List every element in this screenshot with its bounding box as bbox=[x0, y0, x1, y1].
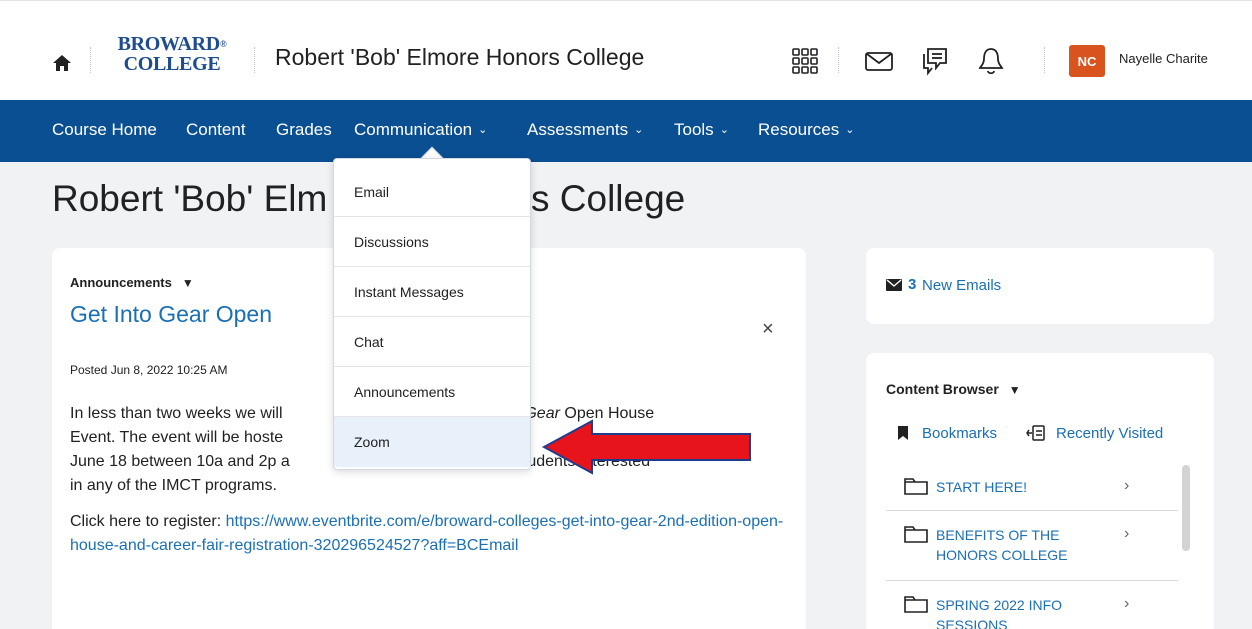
content-browser-label: Content Browser bbox=[886, 381, 999, 397]
envelope-icon bbox=[886, 279, 902, 291]
user-name[interactable]: Nayelle Charite bbox=[1119, 51, 1208, 66]
nav-course-home[interactable]: Course Home bbox=[52, 120, 157, 140]
broward-college-logo[interactable]: BROWARD® COLLEGE bbox=[112, 34, 232, 74]
content-browser-scrollbar[interactable] bbox=[1182, 465, 1190, 551]
chevron-down-icon: ⌄ bbox=[845, 124, 855, 136]
chevron-right-icon: › bbox=[1124, 595, 1130, 612]
chevron-down-icon: ⌄ bbox=[478, 124, 488, 136]
bookmark-icon bbox=[898, 426, 908, 440]
announcement-line: in any of the IMCT programs. bbox=[70, 477, 277, 494]
nav-assessments[interactable]: Assessments ⌄ bbox=[527, 120, 643, 140]
close-icon[interactable]: × bbox=[762, 318, 774, 341]
nav-grades[interactable]: Grades bbox=[276, 120, 332, 140]
divider bbox=[254, 47, 255, 73]
waffle-grid-icon[interactable] bbox=[790, 46, 820, 76]
announcements-label: Announcements bbox=[70, 275, 172, 290]
text: June 18 between 10a and 2p a bbox=[70, 453, 290, 470]
menu-item-discussions[interactable]: Discussions bbox=[334, 217, 530, 267]
list-item[interactable]: SPRING 2022 INFO SESSIONS › bbox=[886, 581, 1178, 629]
email-count: 3 bbox=[908, 276, 917, 293]
content-item-label: BENEFITS OF THE HONORS COLLEGE bbox=[936, 527, 1068, 563]
mail-icon[interactable] bbox=[864, 46, 894, 76]
logo-line2: COLLEGE bbox=[123, 53, 221, 75]
folder-icon bbox=[904, 478, 928, 495]
chevron-right-icon: › bbox=[1124, 477, 1130, 494]
nav-resources[interactable]: Resources ⌄ bbox=[758, 120, 854, 140]
content-item-label: START HERE! bbox=[936, 479, 1028, 495]
chevron-right-icon: › bbox=[1124, 525, 1130, 542]
page-title-right: s College bbox=[531, 178, 686, 219]
menu-item-zoom[interactable]: Zoom bbox=[334, 417, 530, 467]
bookmarks-link[interactable]: Bookmarks bbox=[922, 425, 997, 442]
menu-item-chat[interactable]: Chat bbox=[334, 317, 530, 367]
chevron-down-icon: ⌄ bbox=[634, 124, 644, 136]
nav-label: Tools bbox=[674, 120, 714, 139]
nav-label: Resources bbox=[758, 120, 840, 139]
chevron-down-icon: ⌄ bbox=[719, 124, 729, 136]
nav-content[interactable]: Content bbox=[186, 120, 246, 140]
content-browser-list: START HERE! › BENEFITS OF THE HONORS COL… bbox=[886, 463, 1178, 629]
red-arrow-annotation bbox=[541, 419, 751, 475]
nav-communication[interactable]: Communication ⌄ bbox=[354, 120, 487, 140]
recently-visited-icon bbox=[1026, 425, 1045, 441]
nav-label: Course Home bbox=[52, 120, 157, 139]
page-title: Robert 'Bob' Elm bbox=[52, 178, 327, 220]
text: In less than two weeks we will bbox=[70, 405, 287, 422]
content-browser-widget: Content Browser ▼ Bookmarks Recently Visi… bbox=[866, 353, 1214, 629]
nav-label: Assessments bbox=[527, 120, 629, 139]
chevron-down-icon: ▼ bbox=[1008, 383, 1021, 397]
text: Event. The event will be hoste bbox=[70, 429, 284, 446]
content-browser-header[interactable]: Content Browser ▼ bbox=[886, 381, 1021, 397]
divider bbox=[90, 47, 91, 73]
logo-line1: BROWARD bbox=[117, 33, 221, 55]
new-emails-widget[interactable]: 3 New Emails bbox=[866, 248, 1214, 324]
folder-icon bbox=[904, 526, 928, 543]
page-title-left: Robert 'Bob' Elm bbox=[52, 178, 328, 219]
content-item-label: SPRING 2022 INFO SESSIONS bbox=[936, 597, 1063, 629]
nav-label: Content bbox=[186, 120, 246, 139]
nav-tools[interactable]: Tools ⌄ bbox=[674, 120, 729, 140]
nav-label: Communication bbox=[354, 120, 473, 139]
avatar[interactable]: NC bbox=[1069, 45, 1105, 77]
announcement-date: Posted Jun 8, 2022 10:25 AM bbox=[70, 363, 228, 377]
list-item[interactable]: BENEFITS OF THE HONORS COLLEGE › bbox=[886, 511, 1178, 581]
communication-dropdown: Email Discussions Instant Messages Chat … bbox=[333, 158, 531, 470]
recently-visited-link[interactable]: Recently Visited bbox=[1056, 425, 1163, 442]
org-title[interactable]: Robert 'Bob' Elmore Honors College bbox=[275, 44, 644, 71]
announcements-header[interactable]: Announcements ▼ bbox=[70, 275, 194, 290]
course-navbar: Course Home Content Grades Communication… bbox=[0, 100, 1252, 162]
chat-bubble-icon[interactable] bbox=[920, 46, 950, 76]
text: Click here to register: bbox=[70, 513, 226, 530]
menu-item-announcements[interactable]: Announcements bbox=[334, 367, 530, 417]
chevron-down-icon: ▼ bbox=[181, 276, 194, 290]
new-emails-link[interactable]: New Emails bbox=[922, 277, 1001, 294]
divider bbox=[1044, 47, 1045, 73]
nav-label: Grades bbox=[276, 120, 332, 139]
logo-trademark: ® bbox=[219, 39, 227, 49]
menu-item-email[interactable]: Email bbox=[334, 167, 530, 217]
divider bbox=[838, 47, 839, 73]
menu-item-instant-messages[interactable]: Instant Messages bbox=[334, 267, 530, 317]
top-header: BROWARD® COLLEGE Robert 'Bob' Elmore Hon… bbox=[0, 0, 1252, 100]
list-item[interactable]: START HERE! › bbox=[886, 463, 1178, 511]
home-icon[interactable] bbox=[52, 53, 72, 73]
announcement-title[interactable]: Get Into Gear Open bbox=[70, 301, 272, 328]
bell-icon[interactable] bbox=[976, 46, 1006, 76]
folder-icon bbox=[904, 596, 928, 613]
register-paragraph: Click here to register: https://www.even… bbox=[70, 510, 785, 558]
